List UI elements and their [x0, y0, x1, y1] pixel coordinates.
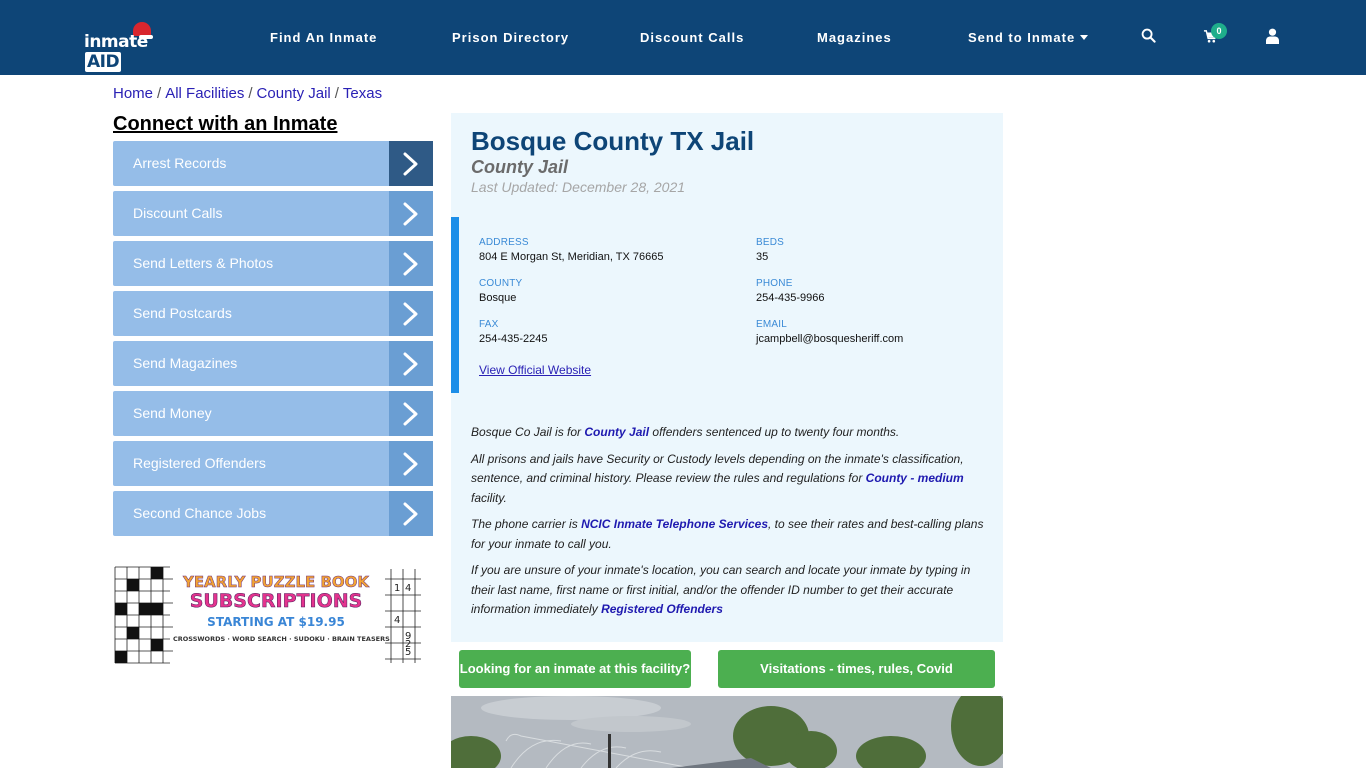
sidebar-title: Connect with an Inmate — [113, 113, 338, 135]
official-website-link[interactable]: View Official Website — [479, 363, 591, 377]
nav-send-to-inmate[interactable]: Send to Inmate — [968, 30, 1089, 45]
sidebar-item-label: Arrest Records — [133, 155, 227, 171]
chevron-right-icon — [389, 191, 433, 236]
last-updated: Last Updated: December 28, 2021 — [471, 179, 686, 195]
address-field: ADDRESS 804 E Morgan St, Meridian, TX 76… — [479, 237, 663, 263]
site-logo[interactable]: inmateAID — [84, 22, 180, 72]
text: offenders sentenced up to twenty four mo… — [649, 425, 900, 439]
svg-text:1: 1 — [394, 583, 400, 594]
caret-down-icon — [1080, 35, 1089, 40]
ad-line-2: SUBSCRIPTIONS — [189, 590, 363, 612]
beds-field: BEDS 35 — [756, 237, 784, 263]
breadcrumb-home[interactable]: Home — [113, 85, 153, 102]
county-jail-link[interactable]: County Jail — [584, 425, 649, 439]
chevron-right-icon — [389, 391, 433, 436]
svg-text:2: 2 — [405, 639, 411, 650]
description-paragraph: If you are unsure of your inmate's locat… — [471, 561, 991, 620]
chevron-right-icon — [389, 441, 433, 486]
chevron-right-icon — [389, 491, 433, 536]
search-icon[interactable] — [1141, 28, 1156, 48]
breadcrumb-separator: / — [157, 85, 162, 102]
nav-send-to-inmate-label: Send to Inmate — [968, 30, 1076, 45]
logo-text: inmate — [84, 32, 148, 52]
visitations-button[interactable]: Visitations - times, rules, Covid cancel… — [718, 650, 995, 714]
logo-accent: AID — [85, 52, 122, 72]
nav-magazines[interactable]: Magazines — [817, 30, 892, 45]
chevron-right-icon — [389, 341, 433, 386]
sidebar-item-label: Second Chance Jobs — [133, 505, 267, 521]
description-paragraph: The phone carrier is NCIC Inmate Telepho… — [471, 515, 991, 554]
phone-carrier-link[interactable]: NCIC Inmate Telephone Services — [581, 517, 768, 531]
facility-type: County Jail — [471, 157, 569, 177]
breadcrumb-separator: / — [248, 85, 253, 102]
fax-label: FAX — [479, 319, 499, 330]
description-paragraph: All prisons and jails have Security or C… — [471, 450, 991, 509]
county-label: COUNTY — [479, 278, 523, 289]
fax-value: 254-435-2245 — [479, 333, 548, 345]
address-label: ADDRESS — [479, 237, 529, 248]
sidebar-item-label: Send Magazines — [133, 355, 238, 371]
nav-discount-calls[interactable]: Discount Calls — [640, 30, 744, 45]
breadcrumb-all-facilities[interactable]: All Facilities — [165, 85, 244, 102]
chevron-right-icon — [389, 291, 433, 336]
breadcrumb-county-jail[interactable]: County Jail — [257, 85, 331, 102]
chevron-right-icon — [389, 241, 433, 286]
sidebar-item-registered-offenders[interactable]: Registered Offenders — [113, 441, 433, 486]
chevron-right-icon — [389, 141, 433, 186]
sidebar-item-send-letters-photos[interactable]: Send Letters & Photos — [113, 241, 433, 286]
phone-value: 254-435-9966 — [756, 292, 825, 304]
email-value: jcampbell@bosquesheriff.com — [756, 333, 904, 345]
county-medium-link[interactable]: County - medium — [866, 471, 964, 485]
breadcrumb-texas[interactable]: Texas — [343, 85, 382, 102]
facility-description: Bosque Co Jail is for County Jail offend… — [471, 423, 991, 627]
sidebar-item-label: Discount Calls — [133, 205, 223, 221]
sidebar-item-label: Send Postcards — [133, 305, 232, 321]
sidebar-item-second-chance-jobs[interactable]: Second Chance Jobs — [113, 491, 433, 536]
email-label: EMAIL — [756, 319, 788, 330]
breadcrumb-separator: / — [334, 85, 339, 102]
facility-photo — [451, 696, 1003, 768]
sidebar-item-label: Send Money — [133, 405, 212, 421]
nav-find-inmate[interactable]: Find An Inmate — [270, 30, 377, 45]
ad-line-3: STARTING AT $19.95 — [207, 615, 345, 629]
beds-label: BEDS — [756, 237, 785, 248]
registered-offenders-link[interactable]: Registered Offenders — [601, 602, 723, 616]
breadcrumb: Home / All Facilities / County Jail / Texas — [113, 85, 382, 102]
phone-label: PHONE — [756, 278, 793, 289]
county-field: COUNTY Bosque — [479, 278, 522, 304]
phone-field: PHONE 254-435-9966 — [756, 278, 825, 304]
facility-photo-graphic — [451, 696, 1003, 768]
text: Bosque Co Jail is for — [471, 425, 585, 439]
user-icon[interactable] — [1266, 28, 1279, 49]
sidebar-item-arrest-records[interactable]: Arrest Records — [113, 141, 433, 186]
email-field: EMAIL jcampbell@bosquesheriff.com — [756, 319, 903, 345]
puzzle-book-ad-banner[interactable]: 144952 YEARLY PUZZLE BOOK SUBSCRIPTIONS … — [113, 565, 423, 665]
facility-card: Bosque County TX Jail County Jail Last U… — [451, 113, 1003, 642]
sidebar-item-send-magazines[interactable]: Send Magazines — [113, 341, 433, 386]
text: The phone carrier is — [471, 517, 582, 531]
find-inmate-button[interactable]: Looking for an inmate at this facility? — [459, 650, 691, 688]
sidebar-item-send-postcards[interactable]: Send Postcards — [113, 291, 433, 336]
nav-prison-directory[interactable]: Prison Directory — [452, 30, 569, 45]
description-paragraph: Bosque Co Jail is for County Jail offend… — [471, 423, 991, 443]
beds-value: 35 — [756, 251, 769, 263]
info-accent-bar — [451, 217, 459, 393]
address-value: 804 E Morgan St, Meridian, TX 76665 — [479, 251, 664, 263]
facility-title: Bosque County TX Jail — [471, 126, 755, 156]
sidebar-item-send-money[interactable]: Send Money — [113, 391, 433, 436]
text: facility. — [471, 490, 507, 505]
facility-info-panel: ADDRESS 804 E Morgan St, Meridian, TX 76… — [451, 217, 1003, 393]
svg-text:4: 4 — [405, 583, 411, 594]
cart-count-badge: 0 — [1211, 23, 1227, 39]
svg-text:4: 4 — [394, 615, 400, 626]
sidebar-item-label: Registered Offenders — [133, 455, 266, 471]
site-header: inmateAID Find An Inmate Prison Director… — [0, 0, 1366, 75]
sidebar-item-discount-calls[interactable]: Discount Calls — [113, 191, 433, 236]
county-value: Bosque — [479, 292, 517, 304]
ad-line-1: YEARLY PUZZLE BOOK — [182, 573, 370, 592]
sidebar-item-label: Send Letters & Photos — [133, 255, 274, 271]
ad-line-4: CROSSWORDS · WORD SEARCH · SUDOKU · BRAI… — [173, 635, 390, 643]
fax-field: FAX 254-435-2245 — [479, 319, 548, 345]
